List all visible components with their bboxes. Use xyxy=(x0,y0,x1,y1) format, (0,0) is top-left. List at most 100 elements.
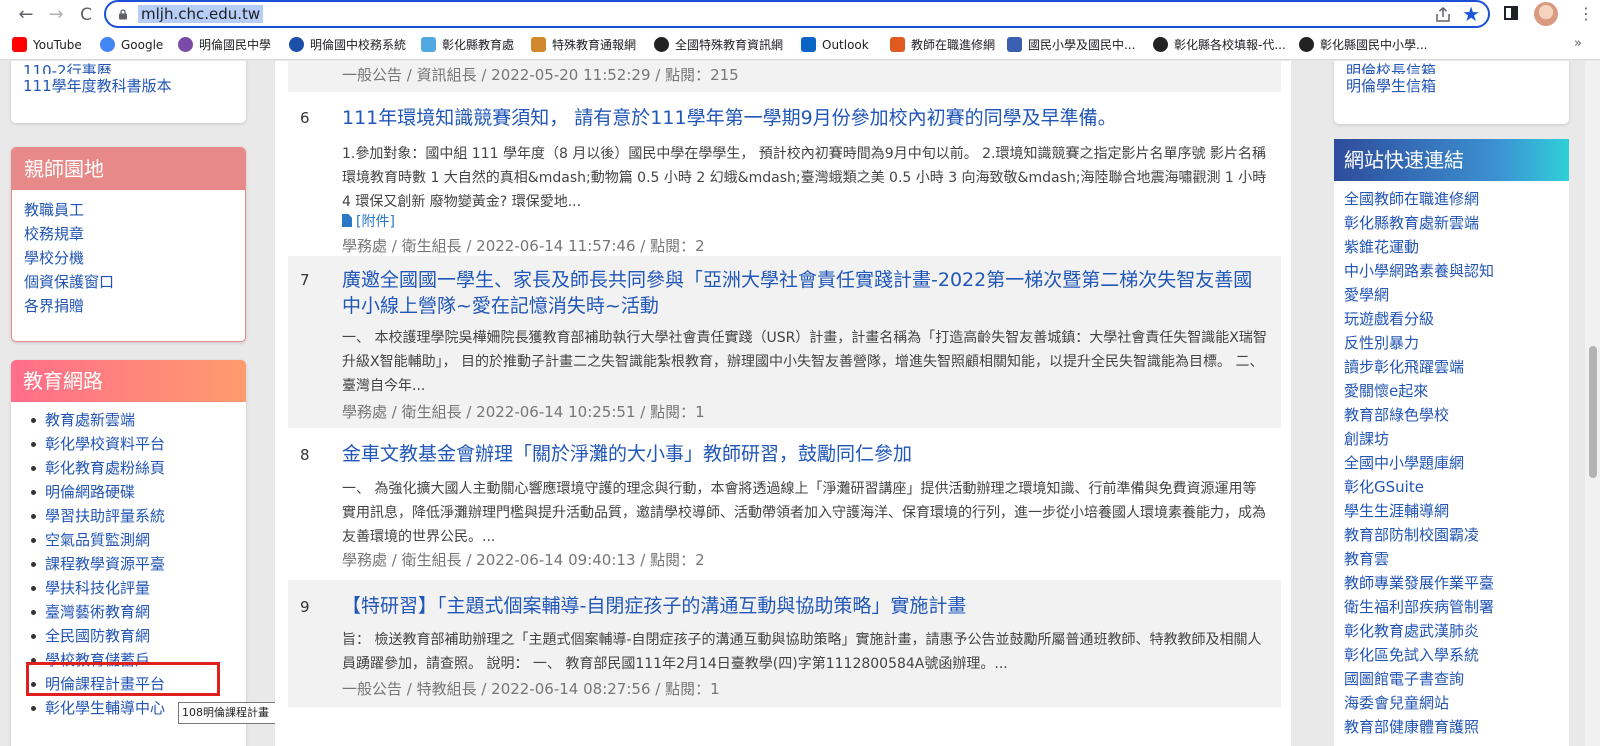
link-calendar[interactable]: 110-2行事曆 xyxy=(23,63,246,74)
outlook-icon xyxy=(801,37,816,52)
quick-link[interactable]: 彰化區免試入學系統 xyxy=(1344,643,1569,667)
quick-link[interactable]: 國圖館電子書查詢 xyxy=(1344,667,1569,691)
school-logo-icon xyxy=(178,37,193,52)
link-donations[interactable]: 各界捐贈 xyxy=(24,294,245,318)
quick-link[interactable]: 彰化縣教育處新雲端 xyxy=(1344,211,1569,235)
quick-link[interactable]: 讀步彰化飛躍雲端 xyxy=(1344,355,1569,379)
quick-link[interactable]: 玩遊戲看分級 xyxy=(1344,307,1569,331)
news-item: 8 金車文教基金會辦理「關於淨灘的大小事」教師研習，鼓勵同仁參加 一、 為強化擴… xyxy=(288,428,1281,580)
globe-icon xyxy=(1153,37,1168,52)
bookmark-edu-dept[interactable]: 彰化縣教育處 xyxy=(421,36,514,54)
edu-link[interactable]: 彰化教育處粉絲頁 xyxy=(45,456,246,480)
bookmark-report[interactable]: 彰化縣各校填報-代... xyxy=(1153,36,1286,54)
link-staff[interactable]: 教職員工 xyxy=(24,198,245,222)
quick-link[interactable]: 中小學網路素養與認知 xyxy=(1344,259,1569,283)
bookmark-school-system[interactable]: 明倫國中校務系統 xyxy=(289,36,406,54)
edu-link[interactable]: 學扶科技化評量 xyxy=(45,576,246,600)
quick-link[interactable]: 教育部防制校園霸凌 xyxy=(1344,523,1569,547)
link-textbook-version[interactable]: 111學年度教科書版本 xyxy=(23,74,246,98)
link-extensions[interactable]: 學校分機 xyxy=(24,246,245,270)
reload-icon[interactable]: C xyxy=(74,3,98,27)
list-item: 臺灣藝術教育網 xyxy=(31,600,246,624)
quick-link[interactable]: 教育雲 xyxy=(1344,547,1569,571)
link-tooltip: 108明倫課程計畫 xyxy=(178,702,284,724)
bookmark-star-icon[interactable]: ★ xyxy=(1462,3,1480,25)
link-principal-mailbox[interactable]: 明倫校長信箱 xyxy=(1346,63,1569,74)
quick-link[interactable]: 教育部健康體育護照 xyxy=(1344,715,1569,739)
highlight-annotation xyxy=(26,662,220,696)
quick-link[interactable]: 彰化GSuite xyxy=(1344,475,1569,499)
link-student-mailbox[interactable]: 明倫學生信箱 xyxy=(1346,74,1569,98)
news-number: 6 xyxy=(300,109,310,127)
bookmark-teacher-training[interactable]: 教師在職進修網 xyxy=(890,36,995,54)
quick-link[interactable]: 教育部綠色學校 xyxy=(1344,403,1569,427)
edu-link[interactable]: 明倫網路硬碟 xyxy=(45,480,246,504)
news-title[interactable]: 廣邀全國國一學生、家長及師長共同參與「亞洲大學社會責任實踐計畫-2022第一梯次… xyxy=(342,267,1267,319)
bookmark-google[interactable]: Google xyxy=(100,36,163,54)
lock-icon[interactable] xyxy=(118,9,128,20)
quick-link[interactable]: 紫錐花運動 xyxy=(1344,235,1569,259)
link-privacy[interactable]: 個資保護窗口 xyxy=(24,270,245,294)
quick-link[interactable]: 全國教師在職進修網 xyxy=(1344,187,1569,211)
edu-link[interactable]: 臺灣藝術教育網 xyxy=(45,600,246,624)
news-meta: 學務處 / 衛生組長 / 2022-06-14 09:40:13 / 點閱：2 xyxy=(342,551,705,569)
bookmark-school[interactable]: 明倫國民中學 xyxy=(178,36,271,54)
edu-link[interactable]: 教育處新雲端 xyxy=(45,408,246,432)
quick-link[interactable]: 全國中小學題庫網 xyxy=(1344,451,1569,475)
bookmarks-bar: YouTube Google 明倫國民中學 明倫國中校務系統 彰化縣教育處 特殊… xyxy=(0,30,1600,60)
news-description: 1.參加對象：國中組 111 學年度（8 月以後）國民中學在學學生， 預計校內初… xyxy=(342,146,1267,210)
side-panel-icon[interactable] xyxy=(1504,6,1518,20)
edu-link[interactable]: 學習扶助評量系統 xyxy=(45,504,246,528)
browser-menu-icon[interactable]: ⋮ xyxy=(1578,3,1594,25)
back-arrow-icon[interactable]: ← xyxy=(14,3,38,27)
special-edu-icon xyxy=(531,37,546,52)
quick-link[interactable]: 愛學網 xyxy=(1344,283,1569,307)
bookmark-county-schools[interactable]: 彰化縣國民中小學... xyxy=(1299,36,1427,54)
cloud-icon xyxy=(421,37,436,52)
news-number: 7 xyxy=(300,271,310,289)
edu-link[interactable]: 全民國防教育網 xyxy=(45,624,246,648)
news-meta: 學務處 / 衛生組長 / 2022-06-14 11:57:46 / 點閱：2 xyxy=(342,237,705,255)
bookmark-label: 特殊教育通報網 xyxy=(552,38,637,52)
quick-link[interactable]: 海委會兒童網站 xyxy=(1344,691,1569,715)
quick-link[interactable]: 愛關懷e起來 xyxy=(1344,379,1569,403)
list-item: 課程教學資源平臺 xyxy=(31,552,246,576)
forward-arrow-icon[interactable]: → xyxy=(44,3,68,27)
bookmarks-more-icon[interactable]: » xyxy=(1574,36,1582,51)
bookmark-special-edu-info[interactable]: 全國特殊教育資訊網 xyxy=(654,36,783,54)
quick-link[interactable]: 創課坊 xyxy=(1344,427,1569,451)
share-icon[interactable] xyxy=(1434,6,1452,24)
address-bar[interactable]: mljh.chc.edu.tw ★ xyxy=(104,0,1490,28)
right-top-panel: 明倫校長信箱 明倫學生信箱 xyxy=(1334,61,1569,124)
edu-link[interactable]: 空氣品質監測網 xyxy=(45,528,246,552)
quick-link[interactable]: 衛生福利部疾病管制署 xyxy=(1344,595,1569,619)
quick-link[interactable]: 教師專業發展作業平臺 xyxy=(1344,571,1569,595)
profile-avatar[interactable] xyxy=(1534,2,1558,26)
teacher-training-icon xyxy=(890,37,905,52)
quick-link[interactable]: 反性別暴力 xyxy=(1344,331,1569,355)
quick-link[interactable]: 彰化教育處武漢肺炎 xyxy=(1344,619,1569,643)
bookmark-youtube[interactable]: YouTube xyxy=(12,36,82,54)
bookmark-schools[interactable]: 國民小學及國民中... xyxy=(1007,36,1135,54)
link-regulations[interactable]: 校務規章 xyxy=(24,222,245,246)
list-item: 全民國防教育網 xyxy=(31,624,246,648)
news-title[interactable]: 111年環境知識競賽須知， 請有意於111學年第一學期9月份參加校內初賽的同學及… xyxy=(342,105,1267,131)
scrollbar-thumb[interactable] xyxy=(1589,346,1597,478)
list-item: 明倫網路硬碟 xyxy=(31,480,246,504)
news-title[interactable]: 【特研習】「主題式個案輔導-自閉症孩子的溝通互動與協助策略」實施計畫 xyxy=(342,593,1267,619)
edu-link[interactable]: 彰化學校資料平台 xyxy=(45,432,246,456)
document-icon xyxy=(342,214,352,227)
list-item: 彰化教育處粉絲頁 xyxy=(31,456,246,480)
news-title[interactable]: 金車文教基金會辦理「關於淨灘的大小事」教師研習，鼓勵同仁參加 xyxy=(342,441,1267,467)
url-text[interactable]: mljh.chc.edu.tw xyxy=(138,5,264,23)
quick-links-panel: 網站快速連結 全國教師在職進修網 彰化縣教育處新雲端 紫錐花運動 中小學網路素養… xyxy=(1334,139,1569,746)
attachment-link[interactable]: [附件] xyxy=(342,211,395,231)
edu-link[interactable]: 課程教學資源平臺 xyxy=(45,552,246,576)
bookmark-special-edu[interactable]: 特殊教育通報網 xyxy=(531,36,636,54)
quick-link[interactable]: 學生生涯輔導網 xyxy=(1344,499,1569,523)
bookmark-label: 彰化縣教育處 xyxy=(442,38,515,52)
schools-icon xyxy=(1007,37,1022,52)
bookmark-outlook[interactable]: Outlook xyxy=(801,36,869,54)
panel-title: 親師園地 xyxy=(12,148,245,190)
bookmark-label: YouTube xyxy=(33,38,82,52)
